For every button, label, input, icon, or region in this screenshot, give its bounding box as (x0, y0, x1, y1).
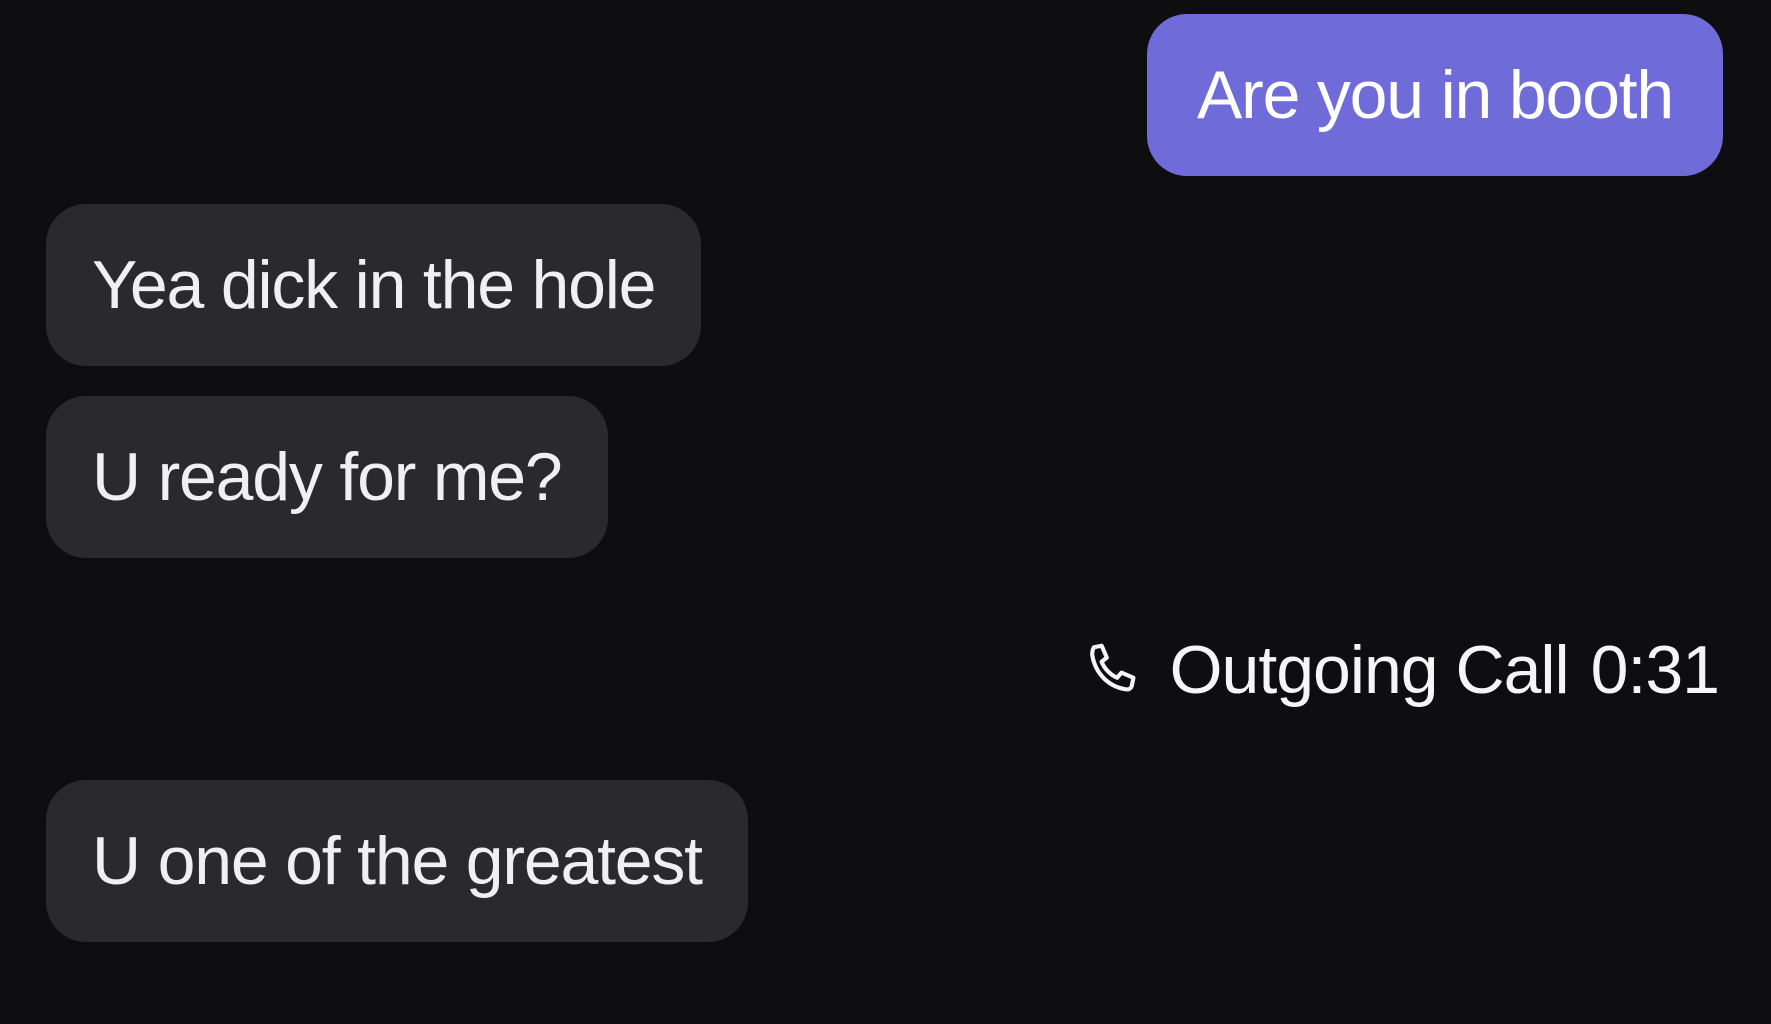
call-duration: 0:31 (1590, 632, 1720, 708)
message-text: U ready for me? (92, 439, 563, 515)
phone-icon (1082, 639, 1144, 701)
message-text: Are you in booth (1196, 57, 1674, 133)
outgoing-message-bubble[interactable]: Are you in booth (1146, 14, 1723, 176)
outgoing-call-event[interactable]: Outgoing Call 0:31 (1082, 630, 1720, 710)
message-text: U one of the greatest (92, 823, 703, 899)
message-thread: Are you in booth Yea dick in the hole U … (0, 0, 1771, 1024)
incoming-message-bubble[interactable]: U ready for me? (46, 396, 608, 558)
incoming-message-bubble[interactable]: U one of the greatest (46, 780, 748, 942)
message-text: Yea dick in the hole (92, 247, 656, 323)
incoming-message-bubble[interactable]: Yea dick in the hole (46, 204, 702, 366)
call-label: Outgoing Call (1169, 632, 1570, 708)
